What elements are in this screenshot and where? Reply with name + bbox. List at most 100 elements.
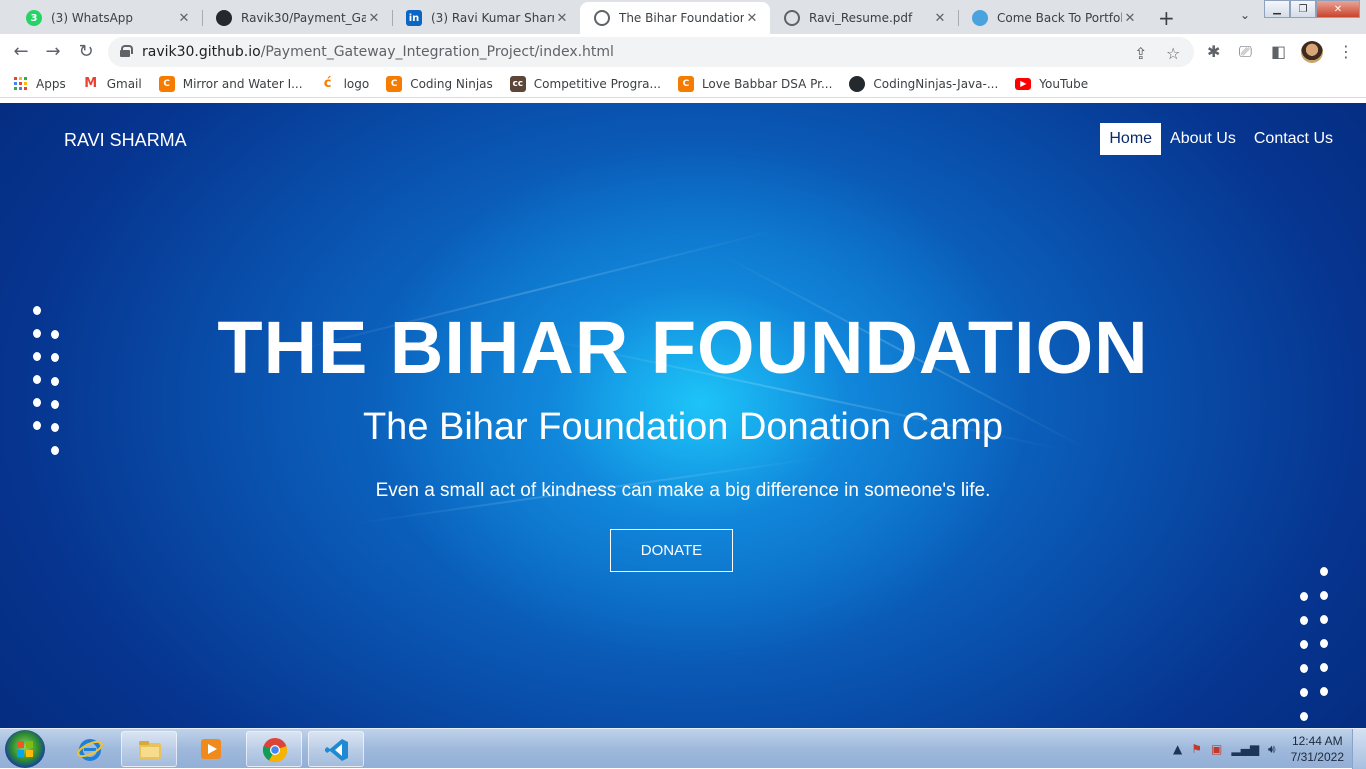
- system-tray: ▲ ⚑ ▣ ▂▄▆ 🔊︎ 12:44 AM 7/31/2022: [1173, 729, 1366, 769]
- action-center-flag-icon[interactable]: ⚑: [1191, 742, 1202, 756]
- taskbar-chrome[interactable]: [246, 731, 302, 767]
- bookmark-logo[interactable]: ć logo: [320, 76, 370, 92]
- bookmarks-bar: Apps M Gmail C Mirror and Water I... ć l…: [0, 70, 1366, 98]
- browser-toolbar: ← → ↻ ravik30.github.io/Payment_Gateway_…: [0, 34, 1366, 70]
- site-nav: Home About Us Contact Us: [1100, 123, 1342, 155]
- tab-title: Come Back To Portfolio: [997, 11, 1122, 25]
- tab-title: Ravik30/Payment_Gatew: [241, 11, 366, 25]
- side-panel-icon[interactable]: ◧: [1271, 42, 1286, 61]
- tab-title: The Bihar Foundation D: [619, 11, 744, 25]
- tab-search-chevron-icon[interactable]: ⌄: [1240, 8, 1250, 22]
- volume-icon[interactable]: 🔊︎: [1268, 742, 1276, 757]
- hero-section: RAVI SHARMA Home About Us Contact Us THE…: [0, 103, 1366, 728]
- tab-resume[interactable]: Ravi_Resume.pdf ✕: [770, 2, 958, 34]
- github-icon: [849, 75, 866, 92]
- nav-about-us[interactable]: About Us: [1161, 123, 1245, 155]
- window-controls: ▁ ❐ ✕: [1264, 0, 1360, 18]
- tab-whatsapp[interactable]: 3 (3) WhatsApp ✕: [12, 2, 202, 34]
- vscode-icon: [325, 739, 348, 761]
- coding-ninjas-icon: C: [386, 75, 403, 92]
- internet-explorer-icon: [77, 739, 103, 761]
- github-icon: [216, 10, 232, 26]
- bookmark-coding-ninjas[interactable]: C Coding Ninjas: [386, 75, 493, 92]
- reload-icon[interactable]: ↻: [75, 41, 97, 63]
- kebab-menu-icon[interactable]: ⋮: [1338, 42, 1354, 61]
- bookmark-label: Gmail: [106, 76, 142, 91]
- gmail-icon: M: [84, 76, 98, 91]
- cast-icon[interactable]: ⎚: [1239, 42, 1252, 62]
- close-icon[interactable]: ✕: [176, 11, 192, 26]
- site-brand[interactable]: RAVI SHARMA: [64, 130, 187, 151]
- close-icon[interactable]: ✕: [366, 11, 382, 26]
- coding-ninjas-icon: C: [677, 75, 694, 92]
- close-icon[interactable]: ✕: [932, 11, 948, 26]
- bookmark-youtube[interactable]: ▶ YouTube: [1015, 77, 1088, 91]
- hero-title: THE BIHAR FOUNDATION: [217, 306, 1149, 389]
- bookmark-label: Competitive Progra...: [533, 76, 661, 91]
- tab-title: (3) Ravi Kumar Sharma |: [431, 11, 554, 25]
- address-bar[interactable]: ravik30.github.io/Payment_Gateway_Integr…: [108, 37, 1194, 67]
- avatar[interactable]: [1301, 41, 1323, 63]
- bookmark-apps[interactable]: Apps: [14, 77, 66, 91]
- restore-button[interactable]: ❐: [1290, 0, 1316, 18]
- bookmark-label: logo: [343, 76, 370, 91]
- youtube-icon: ▶: [1015, 77, 1032, 90]
- windows-flag-icon: [17, 741, 33, 757]
- new-tab-button[interactable]: +: [1158, 6, 1175, 30]
- close-window-button[interactable]: ✕: [1316, 0, 1360, 18]
- tab-linkedin[interactable]: in (3) Ravi Kumar Sharma | ✕: [392, 2, 580, 34]
- lock-icon[interactable]: [120, 45, 133, 57]
- tab-title: (3) WhatsApp: [51, 11, 134, 25]
- bookmark-label: YouTube: [1039, 76, 1089, 91]
- globe-icon: [784, 10, 800, 26]
- minimize-button[interactable]: ▁: [1264, 0, 1290, 18]
- taskbar-vscode[interactable]: [308, 731, 364, 767]
- bookmark-label: Coding Ninjas: [410, 76, 493, 91]
- network-signal-icon[interactable]: ▂▄▆: [1231, 742, 1259, 756]
- clock-time: 12:44 AM: [1291, 734, 1343, 748]
- back-arrow-icon[interactable]: ←: [10, 41, 32, 63]
- power-icon[interactable]: ▣: [1211, 742, 1222, 756]
- url-text: ravik30.github.io/Payment_Gateway_Integr…: [142, 44, 614, 60]
- whatsapp-icon: 3: [26, 10, 42, 26]
- share-icon[interactable]: ⇪: [1134, 44, 1147, 63]
- bookmark-gmail[interactable]: M Gmail: [83, 76, 142, 92]
- tab-portfolio[interactable]: Come Back To Portfolio ✕: [958, 2, 1148, 34]
- system-clock[interactable]: 12:44 AM 7/31/2022: [1291, 733, 1344, 765]
- tab-title: Ravi_Resume.pdf: [809, 11, 913, 25]
- media-player-icon: [201, 739, 221, 759]
- file-explorer-icon: [139, 741, 161, 759]
- globe-icon: [594, 10, 610, 26]
- bookmark-star-icon[interactable]: ☆: [1166, 44, 1180, 63]
- bookmark-label: Mirror and Water I...: [182, 76, 303, 91]
- chrome-icon: [262, 738, 288, 763]
- bookmark-label: Apps: [36, 76, 66, 91]
- tab-github-payment[interactable]: Ravik30/Payment_Gatew ✕: [202, 2, 392, 34]
- bookmark-love-babbar[interactable]: C Love Babbar DSA Pr...: [677, 75, 833, 92]
- nav-contact-us[interactable]: Contact Us: [1245, 123, 1342, 155]
- bookmark-mirror-water[interactable]: C Mirror and Water I...: [158, 75, 303, 92]
- chrome-logo-icon: ć: [323, 76, 332, 91]
- extensions-puzzle-icon[interactable]: ✱: [1207, 42, 1220, 61]
- taskbar-file-explorer[interactable]: [121, 731, 177, 767]
- bookmark-label: Love Babbar DSA Pr...: [701, 76, 833, 91]
- taskbar-media-player[interactable]: [183, 731, 239, 767]
- bookmark-competitive-programming[interactable]: cc Competitive Progra...: [509, 75, 661, 92]
- forward-arrow-icon[interactable]: →: [42, 41, 64, 63]
- close-icon[interactable]: ✕: [554, 11, 570, 26]
- taskbar-internet-explorer[interactable]: [62, 731, 118, 767]
- close-icon[interactable]: ✕: [1122, 11, 1138, 26]
- apps-grid-icon: [14, 77, 27, 90]
- windows-taskbar: ▲ ⚑ ▣ ▂▄▆ 🔊︎ 12:44 AM 7/31/2022: [0, 728, 1366, 769]
- bookmark-codingninjas-java[interactable]: CodingNinjas-Java-...: [849, 75, 999, 92]
- tab-bihar-foundation[interactable]: The Bihar Foundation D ✕: [580, 2, 770, 34]
- tab-strip: 3 (3) WhatsApp ✕ Ravik30/Payment_Gatew ✕…: [0, 0, 1366, 34]
- show-desktop-button[interactable]: [1352, 729, 1366, 769]
- donate-button[interactable]: DONATE: [610, 529, 733, 572]
- bookmark-label: CodingNinjas-Java-...: [873, 76, 999, 91]
- close-icon[interactable]: ✕: [744, 11, 760, 26]
- show-hidden-icons-chevron-icon[interactable]: ▲: [1173, 742, 1182, 756]
- hero-tagline: Even a small act of kindness can make a …: [375, 480, 991, 501]
- nav-home[interactable]: Home: [1100, 123, 1162, 155]
- start-button[interactable]: [5, 730, 45, 768]
